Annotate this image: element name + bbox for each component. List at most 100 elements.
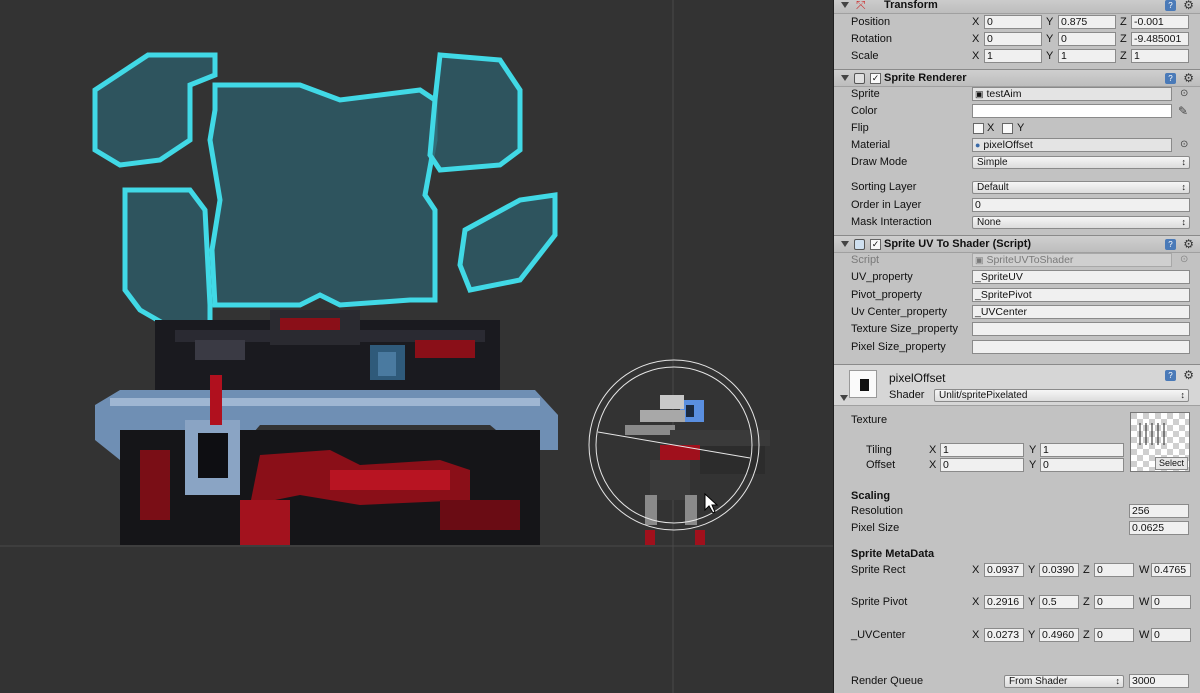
scene-view[interactable]: [0, 0, 833, 693]
sprite-rect-z-field[interactable]: 0: [1094, 563, 1134, 577]
rotation-row: Rotation X 0 Y 0 Z -9.485001: [834, 31, 1200, 48]
mask-interaction-dropdown[interactable]: None: [972, 216, 1190, 229]
shield-panel-top-right: [427, 52, 523, 173]
collapse-arrow-icon[interactable]: [840, 395, 848, 401]
texture-size-property-field[interactable]: [972, 322, 1190, 336]
rotation-y-field[interactable]: 0: [1058, 32, 1116, 46]
rotation-z-field[interactable]: -9.485001: [1131, 32, 1189, 46]
sprite-pivot-y-field[interactable]: 0.5: [1039, 595, 1079, 609]
character-gun: [670, 430, 770, 446]
shield-panel-center: [207, 82, 438, 308]
tiling-y-field[interactable]: 1: [1040, 443, 1124, 457]
scene-canvas[interactable]: [0, 0, 833, 693]
material-asset-icon: ●: [975, 140, 981, 150]
pixel-size-property-field[interactable]: [972, 340, 1190, 354]
sprite-field[interactable]: ▣ testAim: [972, 87, 1172, 101]
sprite-rect-w-field[interactable]: 0.4765: [1151, 563, 1191, 577]
draw-mode-dropdown[interactable]: Simple: [972, 156, 1190, 169]
scale-y-field[interactable]: 1: [1058, 49, 1116, 63]
object-picker-icon: ⊙: [1180, 254, 1189, 265]
material-header[interactable]: pixelOffset Shader Unlit/spritePixelated…: [834, 364, 1200, 406]
axis-z-label: Z: [1120, 33, 1127, 45]
flip-x-checkbox[interactable]: [973, 123, 984, 134]
position-z-field[interactable]: -0.001: [1131, 15, 1189, 29]
pixel-size-field[interactable]: 0.0625: [1129, 521, 1189, 535]
flip-y-checkbox[interactable]: [1002, 123, 1013, 134]
sprite-rect-y-field[interactable]: 0.0390: [1039, 563, 1079, 577]
axis-y-label: Y: [1046, 50, 1054, 62]
pivot-property-field[interactable]: _SpritePivot: [972, 288, 1190, 302]
position-y-field[interactable]: 0.875: [1058, 15, 1116, 29]
inspector-panel: ⤧ Transform ? ⚙ Position X 0 Y 0.875 Z -…: [833, 0, 1200, 693]
sorting-layer-dropdown[interactable]: Default: [972, 181, 1190, 194]
scale-label: Scale: [851, 50, 879, 62]
axis-y-label: Y: [1029, 444, 1037, 456]
scale-z-field[interactable]: 1: [1131, 49, 1189, 63]
render-queue-field[interactable]: 3000: [1129, 674, 1189, 688]
eyedropper-icon[interactable]: ✎: [1178, 104, 1188, 118]
mouse-cursor-icon: [704, 492, 719, 514]
script-enabled-checkbox[interactable]: ✓: [870, 239, 881, 250]
position-x-field[interactable]: 0: [984, 15, 1042, 29]
pivot-property-label: Pivot_property: [851, 289, 922, 301]
axis-y-label: Y: [1028, 564, 1036, 576]
material-field[interactable]: ● pixelOffset: [972, 138, 1172, 152]
object-picker-icon[interactable]: ⊙: [1180, 88, 1188, 99]
render-queue-dropdown[interactable]: From Shader: [1004, 675, 1124, 688]
material-name: pixelOffset: [889, 371, 946, 385]
order-in-layer-field[interactable]: 0: [972, 198, 1190, 212]
sprite-pivot-w-field[interactable]: 0: [1151, 595, 1191, 609]
sprite-rect-x-field[interactable]: 0.0937: [984, 563, 1024, 577]
pixel-size-property-label: Pixel Size_property: [851, 341, 946, 353]
rotation-x-field[interactable]: 0: [984, 32, 1042, 46]
gear-icon[interactable]: ⚙: [1183, 71, 1194, 85]
sprite-uv-script-title: Sprite UV To Shader (Script): [884, 238, 1032, 250]
sprite-renderer-header[interactable]: ✓ Sprite Renderer ? ⚙: [834, 69, 1200, 87]
axis-y-label: Y: [1028, 629, 1036, 641]
scale-x-field[interactable]: 1: [984, 49, 1042, 63]
help-icon[interactable]: ?: [1165, 370, 1176, 381]
collapse-arrow-icon[interactable]: [841, 241, 849, 247]
axis-w-label: W: [1139, 564, 1150, 576]
sprite-renderer-enabled-checkbox[interactable]: ✓: [870, 73, 881, 84]
axis-x-label: X: [972, 629, 980, 641]
help-icon[interactable]: ?: [1165, 239, 1176, 250]
uv-property-field[interactable]: _SpriteUV: [972, 270, 1190, 284]
axis-x-label: X: [972, 33, 980, 45]
help-icon[interactable]: ?: [1165, 0, 1176, 11]
axis-z-label: Z: [1120, 50, 1127, 62]
transform-header[interactable]: ⤧ Transform ? ⚙: [834, 0, 1200, 14]
sprite-uv-script-header[interactable]: ✓ Sprite UV To Shader (Script) ? ⚙: [834, 235, 1200, 253]
sprite-label: Sprite: [851, 88, 880, 100]
collapse-arrow-icon[interactable]: [841, 75, 849, 81]
position-row: Position X 0 Y 0.875 Z -0.001: [834, 14, 1200, 31]
uv-center-y-field[interactable]: 0.4960: [1039, 628, 1079, 642]
gear-icon[interactable]: ⚙: [1183, 0, 1194, 12]
collapse-arrow-icon[interactable]: [841, 2, 849, 8]
material-preview-thumbnail: [849, 370, 877, 398]
tiling-x-field[interactable]: 1: [940, 443, 1024, 457]
help-icon[interactable]: ?: [1165, 73, 1176, 84]
scale-row: Scale X 1 Y 1 Z 1: [834, 48, 1200, 65]
sprite-metadata-section-title: Sprite MetaData: [851, 548, 935, 560]
object-picker-icon[interactable]: ⊙: [1180, 139, 1188, 150]
shader-dropdown[interactable]: Unlit/spritePixelated: [934, 389, 1189, 402]
sprite-renderer-icon: [854, 73, 865, 84]
offset-y-field[interactable]: 0: [1040, 458, 1124, 472]
gear-icon[interactable]: ⚙: [1183, 368, 1194, 382]
scaling-section-title: Scaling: [851, 490, 891, 502]
uv-center-w-field[interactable]: 0: [1151, 628, 1191, 642]
script-row: Script ▣ SpriteUVToShader ⊙: [834, 252, 1200, 269]
pivot-property-row: Pivot_property _SpritePivot: [834, 287, 1200, 304]
pixel-size-label: Pixel Size: [851, 522, 900, 534]
uv-center-z-field[interactable]: 0: [1094, 628, 1134, 642]
gear-icon[interactable]: ⚙: [1183, 237, 1194, 251]
resolution-field[interactable]: 256: [1129, 504, 1189, 518]
color-swatch[interactable]: [972, 104, 1172, 118]
uv-center-property-field[interactable]: _UVCenter: [972, 305, 1190, 319]
sprite-pivot-x-field[interactable]: 0.2916: [984, 595, 1024, 609]
sprite-pivot-z-field[interactable]: 0: [1094, 595, 1134, 609]
uv-center-x-field[interactable]: 0.0273: [984, 628, 1024, 642]
axis-y-label: Y: [1028, 596, 1036, 608]
offset-x-field[interactable]: 0: [940, 458, 1024, 472]
